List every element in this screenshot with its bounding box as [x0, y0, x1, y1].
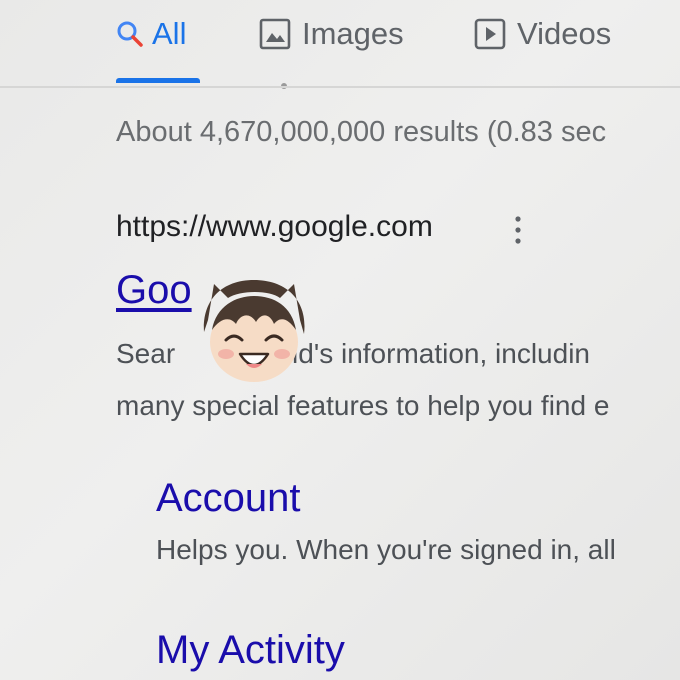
active-tab-indicator [116, 78, 200, 83]
tab-all-label: All [152, 16, 187, 51]
image-icon [258, 17, 292, 51]
result-snippet-line2: many special features to help you find e [116, 390, 610, 421]
search-tabs: All Images Videos [0, 0, 680, 86]
snippet-line1-end: orld's information, includin [267, 338, 590, 369]
more-options-icon[interactable] [508, 214, 528, 246]
tab-videos[interactable]: Videos [473, 14, 611, 54]
result-title-link[interactable]: Goo [116, 268, 192, 313]
tab-videos-label: Videos [517, 16, 612, 51]
play-icon [473, 17, 507, 51]
tab-images-label: Images [302, 16, 404, 51]
result-snippet-line1: Sear orld's information, includin [116, 338, 590, 370]
tabs-divider [0, 86, 680, 88]
tab-images[interactable]: Images [258, 14, 404, 54]
result-stats: About 4,670,000,000 results (0.83 sec [116, 116, 607, 148]
sitelink-account-description: Helps you. When you're signed in, all [156, 534, 616, 565]
smiling-face-sticker [196, 272, 314, 390]
result-url[interactable]: https://www.google.com [116, 210, 433, 244]
search-icon [116, 20, 144, 48]
sitelink-my-activity[interactable]: My Activity [156, 628, 345, 673]
snippet-line1-start: Sear [116, 338, 176, 369]
sitelink-account[interactable]: Account [156, 476, 301, 521]
tab-all[interactable]: All [116, 14, 186, 54]
